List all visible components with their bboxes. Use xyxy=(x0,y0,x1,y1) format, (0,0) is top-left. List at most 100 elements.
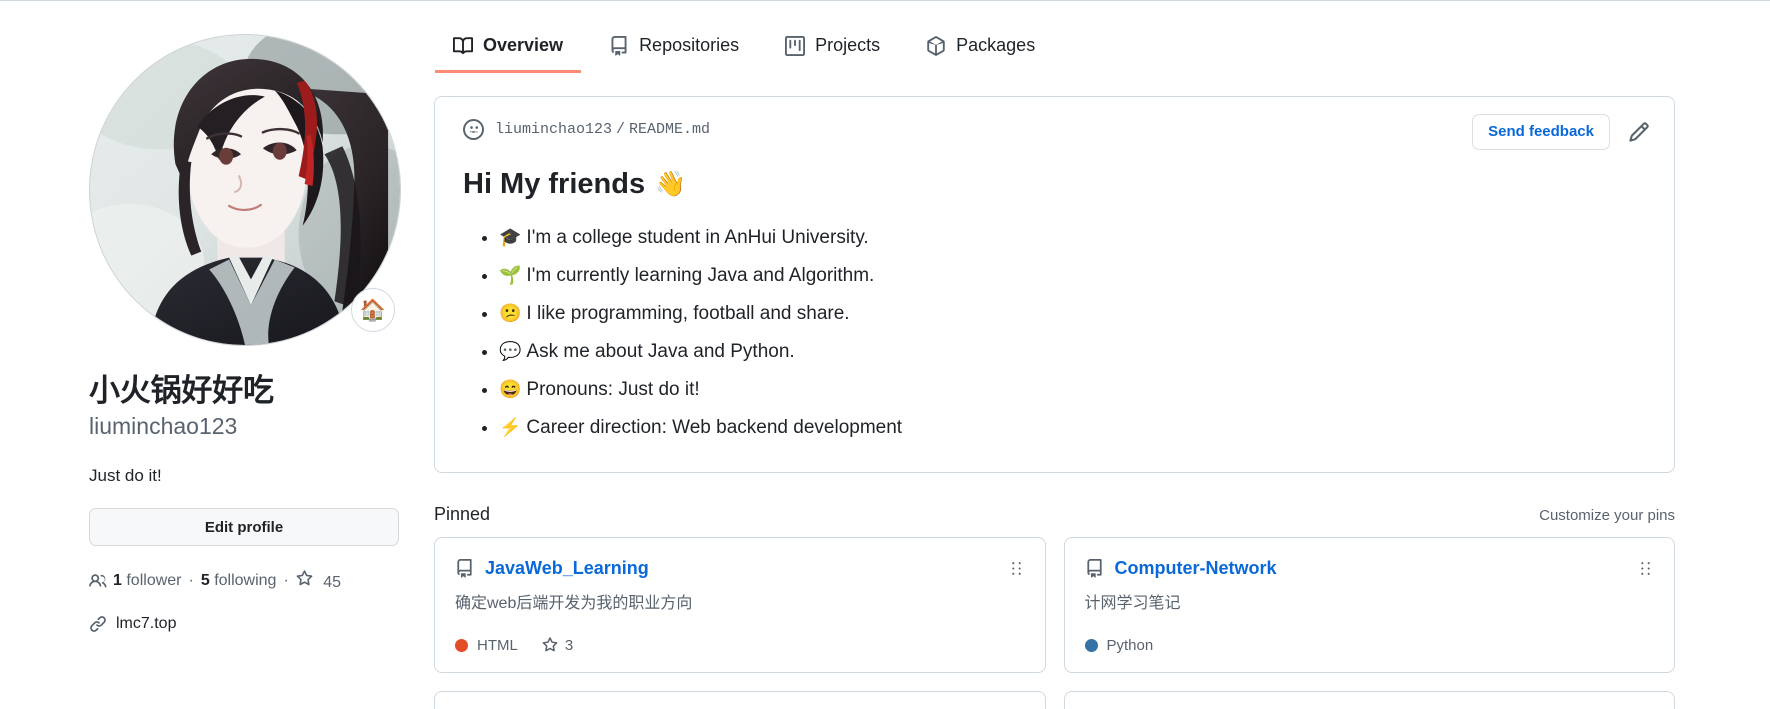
breadcrumb-slash: / xyxy=(616,121,626,138)
readme-owner-link[interactable]: liuminchao123 xyxy=(495,121,612,138)
stars-link[interactable]: 45 xyxy=(296,570,341,591)
repo-icon xyxy=(609,35,629,56)
list-item: 💬Ask me about Java and Python. xyxy=(499,339,1646,366)
status-badge[interactable]: 🏠 xyxy=(351,288,395,332)
pinned-card[interactable]: Data-Structure-and-Algorithom xyxy=(434,691,1046,709)
profile-sidebar: 🏠 小火锅好好吃 liuminchao123 Just do it! Edit … xyxy=(0,0,434,633)
pinned-repo-description: 计网学习笔记 xyxy=(1084,595,1181,613)
bullet-emoji: 🎓 xyxy=(499,227,522,248)
stat-separator-2: · xyxy=(283,571,289,589)
stars-count: 45 xyxy=(323,574,342,592)
repo-language: Python xyxy=(1084,637,1154,655)
list-item: ⚡Career direction: Web backend developme… xyxy=(499,415,1646,442)
repo-star-count: 3 xyxy=(564,637,574,655)
drag-handle-icon[interactable] xyxy=(1008,560,1025,577)
tab-overview[interactable]: Overview xyxy=(435,21,582,73)
list-item: 😕I like programming, football and share. xyxy=(499,301,1646,328)
bullet-text: I'm a college student in AnHui Universit… xyxy=(526,227,869,249)
status-emoji: 🏠 xyxy=(359,298,387,322)
bullet-text: Pronouns: Just do it! xyxy=(526,379,700,401)
readme-header: liuminchao123/README.md xyxy=(463,119,1646,140)
language-label: Python xyxy=(1106,637,1154,655)
name-block: 小火锅好好吃 liuminchao123 xyxy=(89,372,434,442)
bullet-emoji: 💬 xyxy=(499,341,522,362)
bullet-emoji: ⚡ xyxy=(499,417,522,438)
send-feedback-button[interactable]: Send feedback xyxy=(1472,114,1610,150)
pinned-repo-description: 确定web后端开发为我的职业方向 xyxy=(455,595,693,613)
profile-website-row: lmc7.top xyxy=(89,615,434,633)
following-label: following xyxy=(214,571,277,589)
profile-main: Overview Repositories Projects Packages … xyxy=(434,0,1770,709)
profile-login: liuminchao123 xyxy=(89,412,238,439)
readme-card: liuminchao123/README.md Send feedback Hi… xyxy=(434,96,1675,474)
repo-language: HTML xyxy=(455,637,518,654)
bullet-emoji: 😄 xyxy=(499,379,522,400)
language-label: HTML xyxy=(477,637,518,655)
pinned-card[interactable]: Computer-Network 计网学习笔记 Python xyxy=(1063,537,1675,674)
bullet-text: I'm currently learning Java and Algorith… xyxy=(526,265,875,287)
star-icon xyxy=(542,637,558,654)
pinned-repo-meta: HTML 3 xyxy=(455,637,1025,654)
readme-title-text: Hi My friends xyxy=(463,168,646,200)
language-color-dot xyxy=(1084,639,1098,653)
repo-icon xyxy=(455,559,474,578)
profile-website-link[interactable]: lmc7.top xyxy=(116,615,176,633)
avatar-container: 🏠 xyxy=(89,34,401,346)
star-icon xyxy=(296,570,313,587)
project-icon xyxy=(785,35,806,56)
pinned-heading: Pinned xyxy=(434,504,491,525)
pinned-repo-link[interactable]: Computer-Network xyxy=(1115,558,1277,579)
edit-profile-button[interactable]: Edit profile xyxy=(89,508,399,547)
readme-breadcrumb: liuminchao123/README.md xyxy=(495,121,710,138)
pinned-card-header: JavaWeb_Learning xyxy=(455,558,1025,579)
list-item: 🎓I'm a college student in AnHui Universi… xyxy=(499,225,1646,252)
profile-nav-tabs: Overview Repositories Projects Packages xyxy=(434,0,1675,73)
drag-handle-icon[interactable] xyxy=(1637,560,1654,577)
tab-repositories[interactable]: Repositories xyxy=(591,21,757,73)
smiley-icon xyxy=(463,119,484,140)
language-color-dot xyxy=(455,639,468,653)
repo-icon xyxy=(1085,559,1104,578)
bullet-emoji: 🌱 xyxy=(499,265,522,286)
tab-packages[interactable]: Packages xyxy=(908,21,1053,73)
tab-projects[interactable]: Projects xyxy=(767,21,898,73)
readme-bullet-list: 🎓I'm a college student in AnHui Universi… xyxy=(463,225,1646,442)
profile-full-name: 小火锅好好吃 xyxy=(89,373,274,408)
profile-stats: 1 follower · 5 following · 45 xyxy=(89,570,434,591)
customize-pins-link[interactable]: Customize your pins xyxy=(1539,507,1675,524)
followers-label: follower xyxy=(126,571,182,589)
tab-packages-label: Packages xyxy=(956,35,1036,55)
tab-repositories-label: Repositories xyxy=(639,35,740,55)
wave-emoji: 👋 xyxy=(655,169,687,198)
pinned-card-header: Computer-Network xyxy=(1085,558,1655,579)
people-icon xyxy=(89,572,107,590)
bullet-text: Ask me about Java and Python. xyxy=(526,341,795,363)
pinned-repo-link[interactable]: JavaWeb_Learning xyxy=(485,558,649,579)
link-icon xyxy=(89,615,107,633)
bullet-text: Career direction: Web backend developmen… xyxy=(526,417,903,439)
profile-bio: Just do it! xyxy=(89,465,162,485)
following-link[interactable]: 5 following xyxy=(200,571,277,589)
repo-stars-link[interactable]: 3 xyxy=(542,637,573,654)
readme-actions: Send feedback xyxy=(1472,114,1654,150)
followers-count: 1 xyxy=(113,571,122,589)
bullet-emoji: 😕 xyxy=(499,303,522,324)
tab-overview-label: Overview xyxy=(483,35,564,55)
readme-file-link[interactable]: README.md xyxy=(629,121,710,138)
pinned-repo-meta: Python xyxy=(1084,637,1655,655)
pinned-card[interactable]: Computer-Network-Experiment xyxy=(1063,691,1675,709)
pencil-icon[interactable] xyxy=(1624,117,1654,147)
profile-layout: 🏠 小火锅好好吃 liuminchao123 Just do it! Edit … xyxy=(0,0,1770,709)
stat-separator-1: · xyxy=(188,571,194,589)
readme-title: Hi My friends 👋 xyxy=(463,166,1646,202)
bullet-text: I like programming, football and share. xyxy=(526,303,850,325)
package-icon xyxy=(926,35,946,56)
tab-projects-label: Projects xyxy=(815,35,881,55)
github-profile-page: 🏠 小火锅好好吃 liuminchao123 Just do it! Edit … xyxy=(0,0,1770,709)
pinned-grid: JavaWeb_Learning 确定web后端开发为我的职业方向 HTML 3… xyxy=(434,537,1675,709)
book-icon xyxy=(453,36,473,56)
list-item: 😄Pronouns: Just do it! xyxy=(499,377,1646,404)
following-count: 5 xyxy=(200,571,210,589)
followers-link[interactable]: 1 follower xyxy=(113,571,182,589)
pinned-card[interactable]: JavaWeb_Learning 确定web后端开发为我的职业方向 HTML 3 xyxy=(434,537,1046,674)
